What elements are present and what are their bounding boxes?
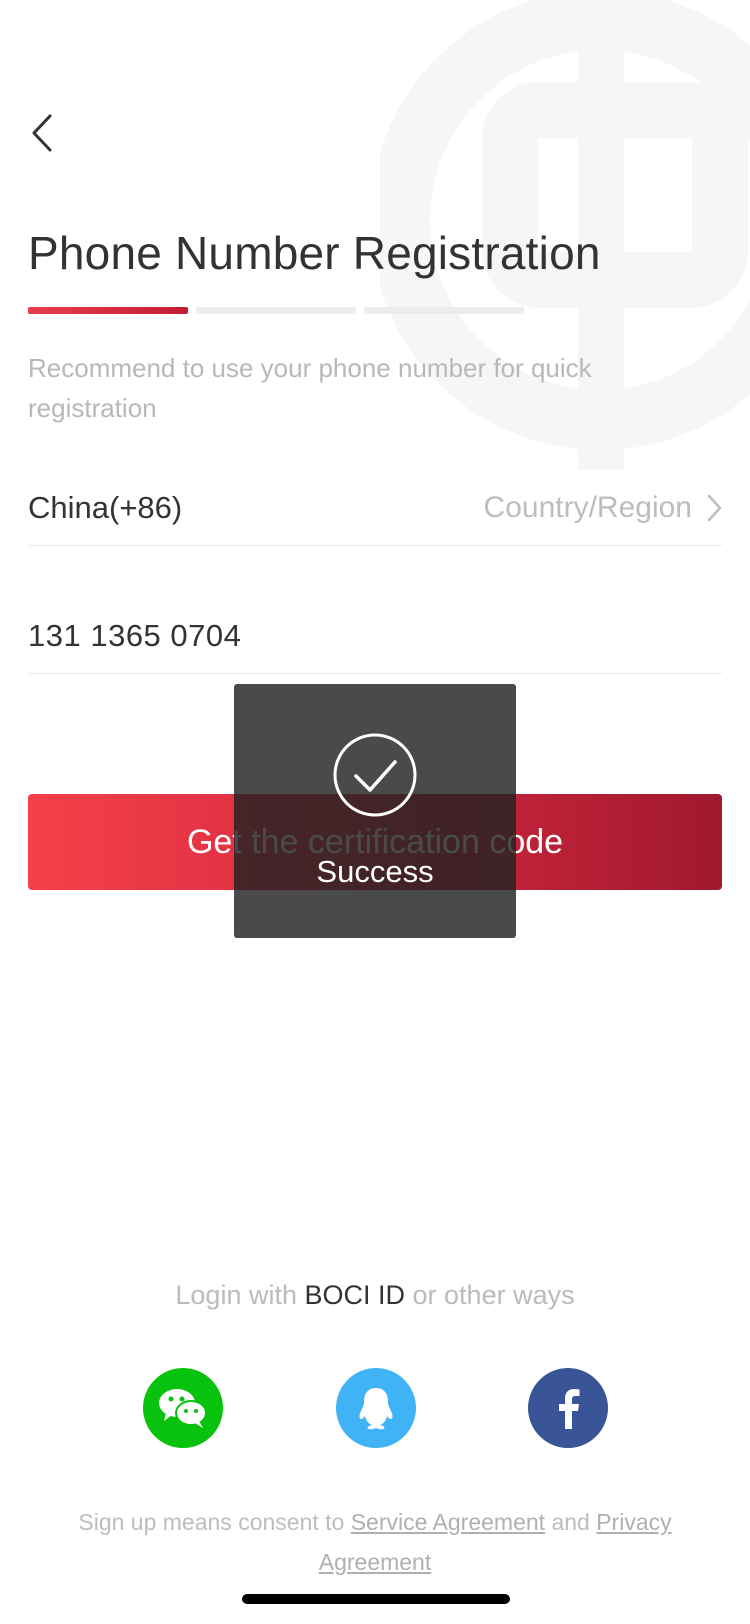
login-alternatives-label: Login with BOCI ID or other ways bbox=[0, 1280, 750, 1311]
qq-icon bbox=[359, 1388, 393, 1430]
country-region-link[interactable]: Country/Region bbox=[484, 491, 722, 525]
subtitle: Recommend to use your phone number for q… bbox=[28, 353, 592, 423]
progress-step-1 bbox=[28, 307, 188, 314]
check-circle-icon bbox=[333, 733, 417, 817]
progress-step-3 bbox=[364, 307, 524, 314]
login-brand: BOCI ID bbox=[304, 1280, 406, 1310]
chevron-left-icon bbox=[32, 114, 52, 152]
country-value: China(+86) bbox=[28, 489, 183, 525]
registration-screen: Phone Number Registration Recommend to u… bbox=[0, 0, 750, 1624]
back-button[interactable] bbox=[30, 108, 70, 158]
wechat-icon bbox=[159, 1389, 207, 1428]
page-title: Phone Number Registration bbox=[28, 227, 601, 279]
home-indicator[interactable] bbox=[242, 1594, 510, 1604]
chevron-right-icon bbox=[707, 494, 722, 521]
consent-prefix: Sign up means consent to bbox=[78, 1509, 345, 1535]
progress-steps bbox=[28, 307, 524, 314]
login-prefix: Login with bbox=[175, 1280, 297, 1310]
facebook-icon bbox=[559, 1389, 580, 1429]
qq-login-button[interactable] bbox=[336, 1368, 416, 1448]
wechat-login-button[interactable] bbox=[143, 1368, 223, 1448]
country-selector[interactable]: China(+86) Country/Region bbox=[28, 470, 722, 546]
success-toast: Success bbox=[234, 684, 516, 938]
facebook-login-button[interactable] bbox=[528, 1368, 608, 1448]
country-region-label: Country/Region bbox=[483, 490, 692, 524]
phone-input[interactable]: 131 1365 0704 bbox=[28, 618, 241, 654]
login-suffix: or other ways bbox=[412, 1280, 575, 1310]
toast-message: Success bbox=[316, 854, 434, 889]
consent-and: and bbox=[551, 1509, 590, 1535]
progress-step-2 bbox=[196, 307, 356, 314]
consent-text: Sign up means consent to Service Agreeme… bbox=[60, 1502, 690, 1582]
phone-field[interactable]: 131 1365 0704 bbox=[28, 598, 722, 674]
service-agreement-link[interactable]: Service Agreement bbox=[351, 1509, 545, 1535]
